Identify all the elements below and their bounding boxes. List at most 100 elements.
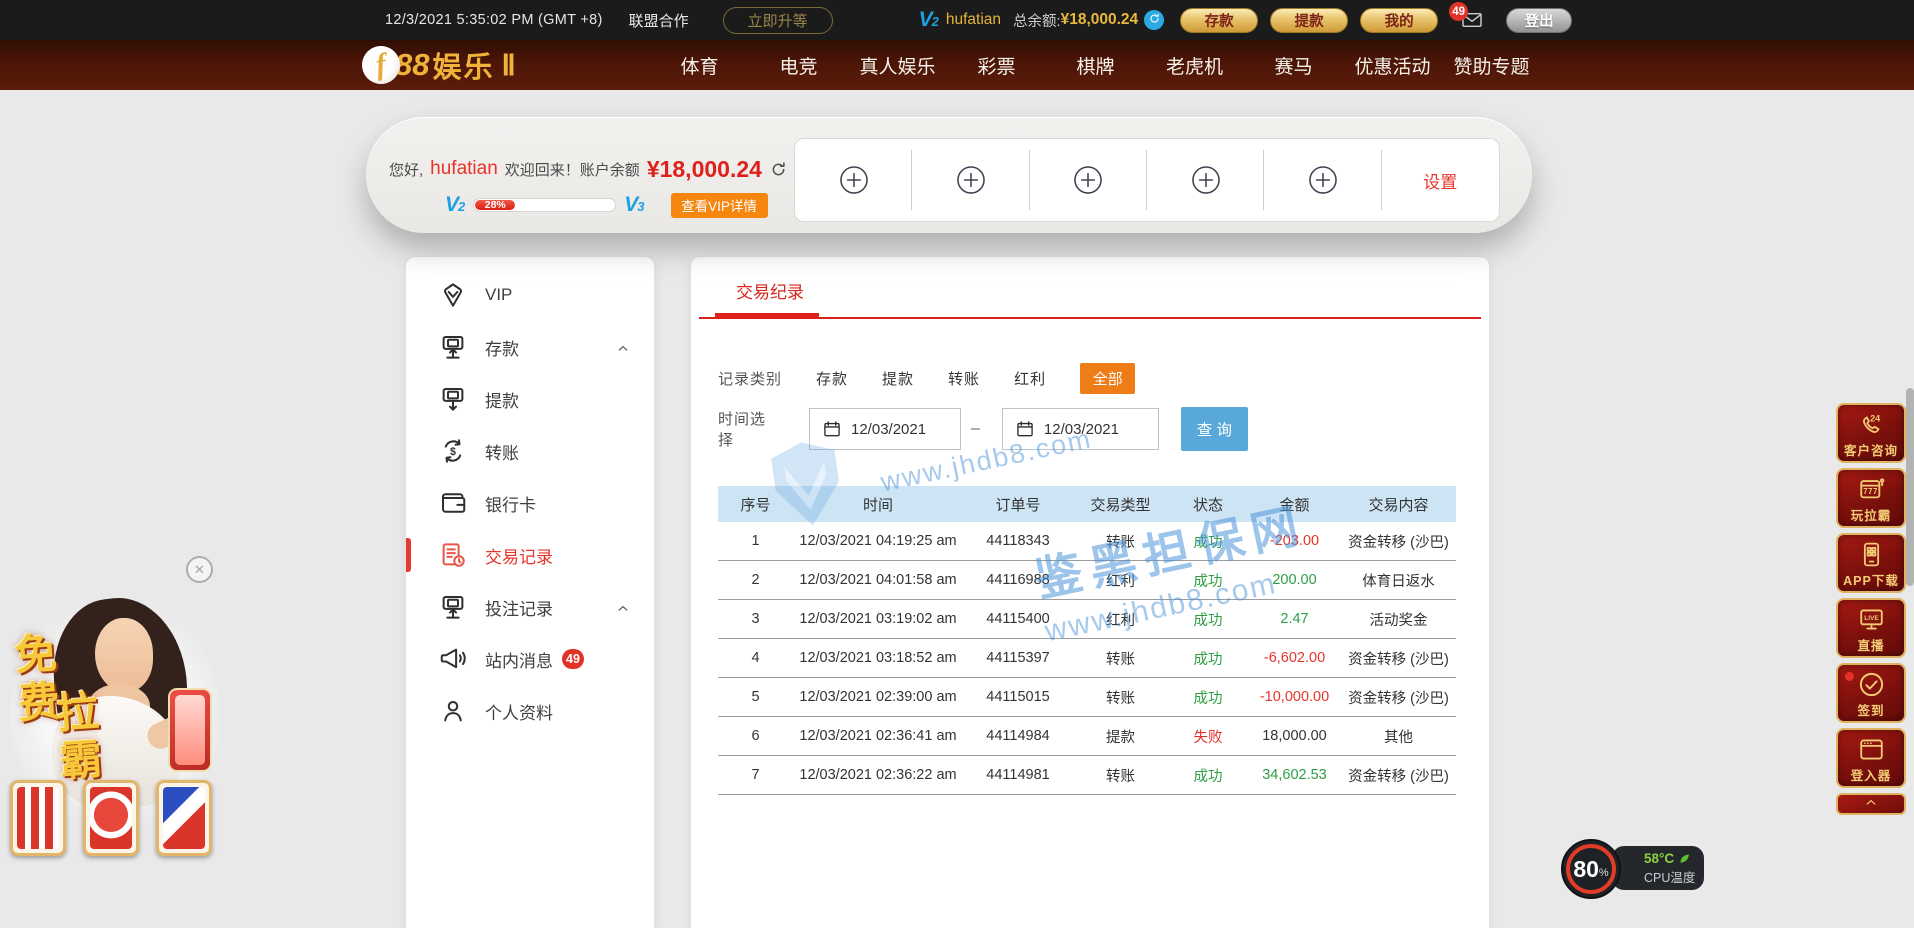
nav-item-棋牌[interactable]: 棋牌 <box>1046 52 1145 79</box>
promo-close-button[interactable]: ✕ <box>186 556 213 583</box>
sidebar-item-VIP[interactable]: VIP <box>406 269 654 321</box>
quick-add-slot[interactable] <box>1030 139 1147 221</box>
promo-banner[interactable]: 免费 拉霸 <box>0 594 232 862</box>
refresh-balance-button[interactable] <box>769 160 788 179</box>
table-cell: 2.47 <box>1248 611 1341 627</box>
float-button-登入器[interactable]: 登入器 <box>1836 728 1906 788</box>
date-from-input[interactable]: 12/03/2021 <box>809 408 961 450</box>
nav-item-体育[interactable]: 体育 <box>650 52 749 79</box>
nav-item-电竞[interactable]: 电竞 <box>749 52 848 79</box>
greeting-username: hufatian <box>430 158 498 180</box>
upgrade-button[interactable]: 立即升等 <box>723 7 833 34</box>
nav-item-彩票[interactable]: 彩票 <box>947 52 1046 79</box>
plus-circle-icon <box>837 163 871 197</box>
table-cell: 12/03/2021 04:01:58 am <box>793 572 963 588</box>
site-logo[interactable]: f 88 娱乐 Ⅱ <box>362 44 516 86</box>
table-cell: -6,602.00 <box>1248 650 1341 666</box>
vip-diamond-icon <box>438 280 468 310</box>
sidebar-item-站内消息[interactable]: 站内消息49 <box>406 633 654 685</box>
slot-reel-image <box>83 780 139 856</box>
nav-item-赛马[interactable]: 赛马 <box>1244 52 1343 79</box>
account-balance: ¥18,000.24 <box>647 156 762 183</box>
quick-actions-box: 设置 <box>794 138 1500 222</box>
nav-item-老虎机[interactable]: 老虎机 <box>1145 52 1244 79</box>
quick-add-slot[interactable] <box>795 139 912 221</box>
table-cell: 18,000.00 <box>1248 728 1341 744</box>
refresh-balance-button[interactable] <box>1144 10 1164 30</box>
transfer-icon: $ <box>438 436 468 466</box>
mail-button[interactable]: 49 <box>1460 11 1484 29</box>
date-to-input[interactable]: 12/03/2021 <box>1002 408 1159 450</box>
float-button-玩拉霸[interactable]: 777玩拉霸 <box>1836 468 1906 528</box>
filter-link-转账[interactable]: 转账 <box>948 368 980 389</box>
quick-add-slot[interactable] <box>912 139 1029 221</box>
sidebar-item-交易记录[interactable]: 交易记录 <box>406 529 654 581</box>
float-button-直播[interactable]: LIVE直播 <box>1836 598 1906 658</box>
mine-button[interactable]: 我的 <box>1360 8 1438 33</box>
query-button[interactable]: 查 询 <box>1181 407 1248 451</box>
withdraw-button[interactable]: 提款 <box>1270 8 1348 33</box>
logout-button[interactable]: 登出 <box>1506 8 1572 33</box>
svg-text:24: 24 <box>1870 413 1880 423</box>
vip-progress-bar: 28% <box>473 198 616 212</box>
table-cell: 活动奖金 <box>1341 609 1456 630</box>
rail-collapse-button[interactable] <box>1836 793 1906 815</box>
withdraw-icon <box>438 384 468 414</box>
slot-reel-image <box>156 780 212 856</box>
logo-88-text: 88 <box>395 47 429 83</box>
float-button-客户咨询[interactable]: 24客户咨询 <box>1836 403 1906 463</box>
filter-list: 存款 提款 转账 红利 <box>816 368 1046 389</box>
table-cell: 44115400 <box>963 611 1073 627</box>
alliance-link[interactable]: 联盟合作 <box>629 10 689 31</box>
sidebar-item-投注记录[interactable]: 投注记录 <box>406 581 654 633</box>
filter-all-button[interactable]: 全部 <box>1080 363 1135 394</box>
tab-divider-line <box>699 317 1481 319</box>
vip-current-badge: V2 <box>445 193 465 217</box>
sidebar-item-label: 提款 <box>485 387 519 412</box>
filter-link-提款[interactable]: 提款 <box>882 368 914 389</box>
float-button-APP下载[interactable]: APP下载 <box>1836 533 1906 593</box>
table-header-cell: 订单号 <box>963 494 1073 515</box>
active-indicator <box>406 538 411 572</box>
quick-add-slot[interactable] <box>1264 139 1381 221</box>
calendar-icon <box>1015 419 1035 439</box>
sidebar-item-转账[interactable]: $转账 <box>406 425 654 477</box>
nav-item-优惠活动[interactable]: 优惠活动 <box>1343 52 1442 79</box>
float-button-签到[interactable]: 签到 <box>1836 663 1906 723</box>
sidebar-item-label: 银行卡 <box>485 491 536 516</box>
sidebar-item-个人资料[interactable]: 个人资料 <box>406 685 654 737</box>
chevron-up-icon <box>1862 795 1880 814</box>
vip-level-badge: V2 <box>919 8 939 32</box>
filter-link-存款[interactable]: 存款 <box>816 368 848 389</box>
quick-add-slot[interactable] <box>1147 139 1264 221</box>
table-cell: 44115015 <box>963 689 1073 705</box>
date-range-separator: – <box>971 420 980 438</box>
vip-detail-button[interactable]: 查看VIP详情 <box>671 193 768 218</box>
logo-brand-text: 娱乐 <box>432 44 494 86</box>
tab-transaction-records[interactable]: 交易纪录 <box>736 278 804 303</box>
table-header-cell: 状态 <box>1168 494 1248 515</box>
filter-link-红利[interactable]: 红利 <box>1014 368 1046 389</box>
refresh-icon <box>769 166 788 183</box>
sidebar-item-银行卡[interactable]: 银行卡 <box>406 477 654 529</box>
app-download-icon <box>1857 540 1886 569</box>
table-row: 612/03/2021 02:36:41 am44114984提款失败18,00… <box>718 717 1456 756</box>
nav-item-赞助专题[interactable]: 赞助专题 <box>1442 52 1541 79</box>
nav-item-真人娱乐[interactable]: 真人娱乐 <box>848 52 947 79</box>
sidebar-item-提款[interactable]: 提款 <box>406 373 654 425</box>
table-row: 112/03/2021 04:19:25 am44118343转账成功-203.… <box>718 522 1456 561</box>
sidebar-item-label: 存款 <box>485 335 519 360</box>
table-cell: 12/03/2021 02:36:22 am <box>793 767 963 783</box>
support-24-icon: 24 <box>1857 410 1886 439</box>
table-cell: 44115397 <box>963 650 1073 666</box>
sidebar-item-存款[interactable]: 存款 <box>406 321 654 373</box>
scrollbar-thumb[interactable] <box>1906 388 1914 586</box>
deposit-button[interactable]: 存款 <box>1180 8 1258 33</box>
float-button-label: 玩拉霸 <box>1851 505 1892 524</box>
refresh-icon <box>1148 12 1161 29</box>
greeting-mid: 欢迎回来！账户余额 <box>505 159 640 180</box>
svg-text:$: $ <box>450 446 456 458</box>
settings-button[interactable]: 设置 <box>1382 139 1499 221</box>
date-from-value: 12/03/2021 <box>851 421 926 438</box>
sidebar-item-label: 投注记录 <box>485 595 553 620</box>
